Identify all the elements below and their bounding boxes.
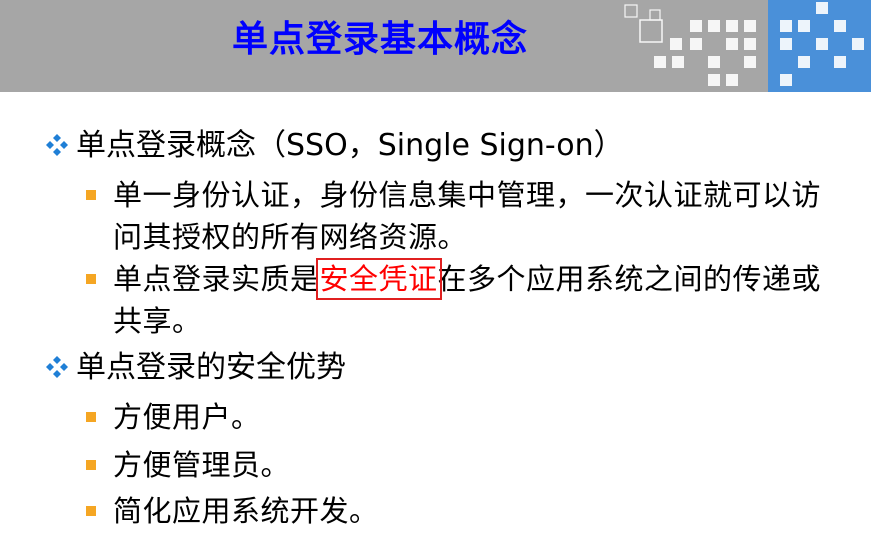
list-item-text: 方便用户。: [113, 400, 261, 434]
list-item: 方便用户。: [86, 396, 846, 438]
diamond-bullet-icon: [46, 134, 68, 156]
list-item-text: 单一身份认证，身份信息集中管理，一次认证就可以访问其授权的所有网络资源。: [113, 178, 822, 254]
list-item-text: 简化应用系统开发。: [113, 494, 379, 528]
list-item-text: 方便管理员。: [113, 448, 291, 482]
square-bullet-icon: [86, 460, 96, 470]
square-bullet-icon: [86, 274, 96, 284]
square-bullet-icon: [86, 190, 96, 200]
slide-header: 单点登录基本概念: [0, 0, 871, 92]
section-heading-text: 单点登录的安全优势: [76, 350, 346, 385]
square-bullet-icon: [86, 412, 96, 422]
section-heading-security-advantages: 单点登录的安全优势: [44, 348, 346, 388]
list-item-text-before: 单点登录实质是: [113, 262, 320, 296]
section-heading-sso-concept: 单点登录概念（SSO，Single Sign-on）: [44, 126, 624, 166]
square-bullet-icon: [86, 506, 96, 516]
section-heading-text: 单点登录概念（SSO，Single Sign-on）: [76, 128, 624, 163]
list-item: 简化应用系统开发。: [86, 490, 846, 532]
list-item: 单一身份认证，身份信息集中管理，一次认证就可以访问其授权的所有网络资源。: [86, 174, 846, 258]
list-item-text: 单点登录实质是安全凭证在多个应用系统之间的传递或共享。: [113, 258, 846, 342]
list-item: 单点登录实质是安全凭证在多个应用系统之间的传递或共享。: [86, 258, 846, 342]
decorative-tile-pattern: [624, 0, 871, 92]
list-item: 方便管理员。: [86, 444, 846, 486]
highlighted-term: 安全凭证: [315, 258, 442, 300]
diamond-bullet-icon: [46, 356, 68, 378]
